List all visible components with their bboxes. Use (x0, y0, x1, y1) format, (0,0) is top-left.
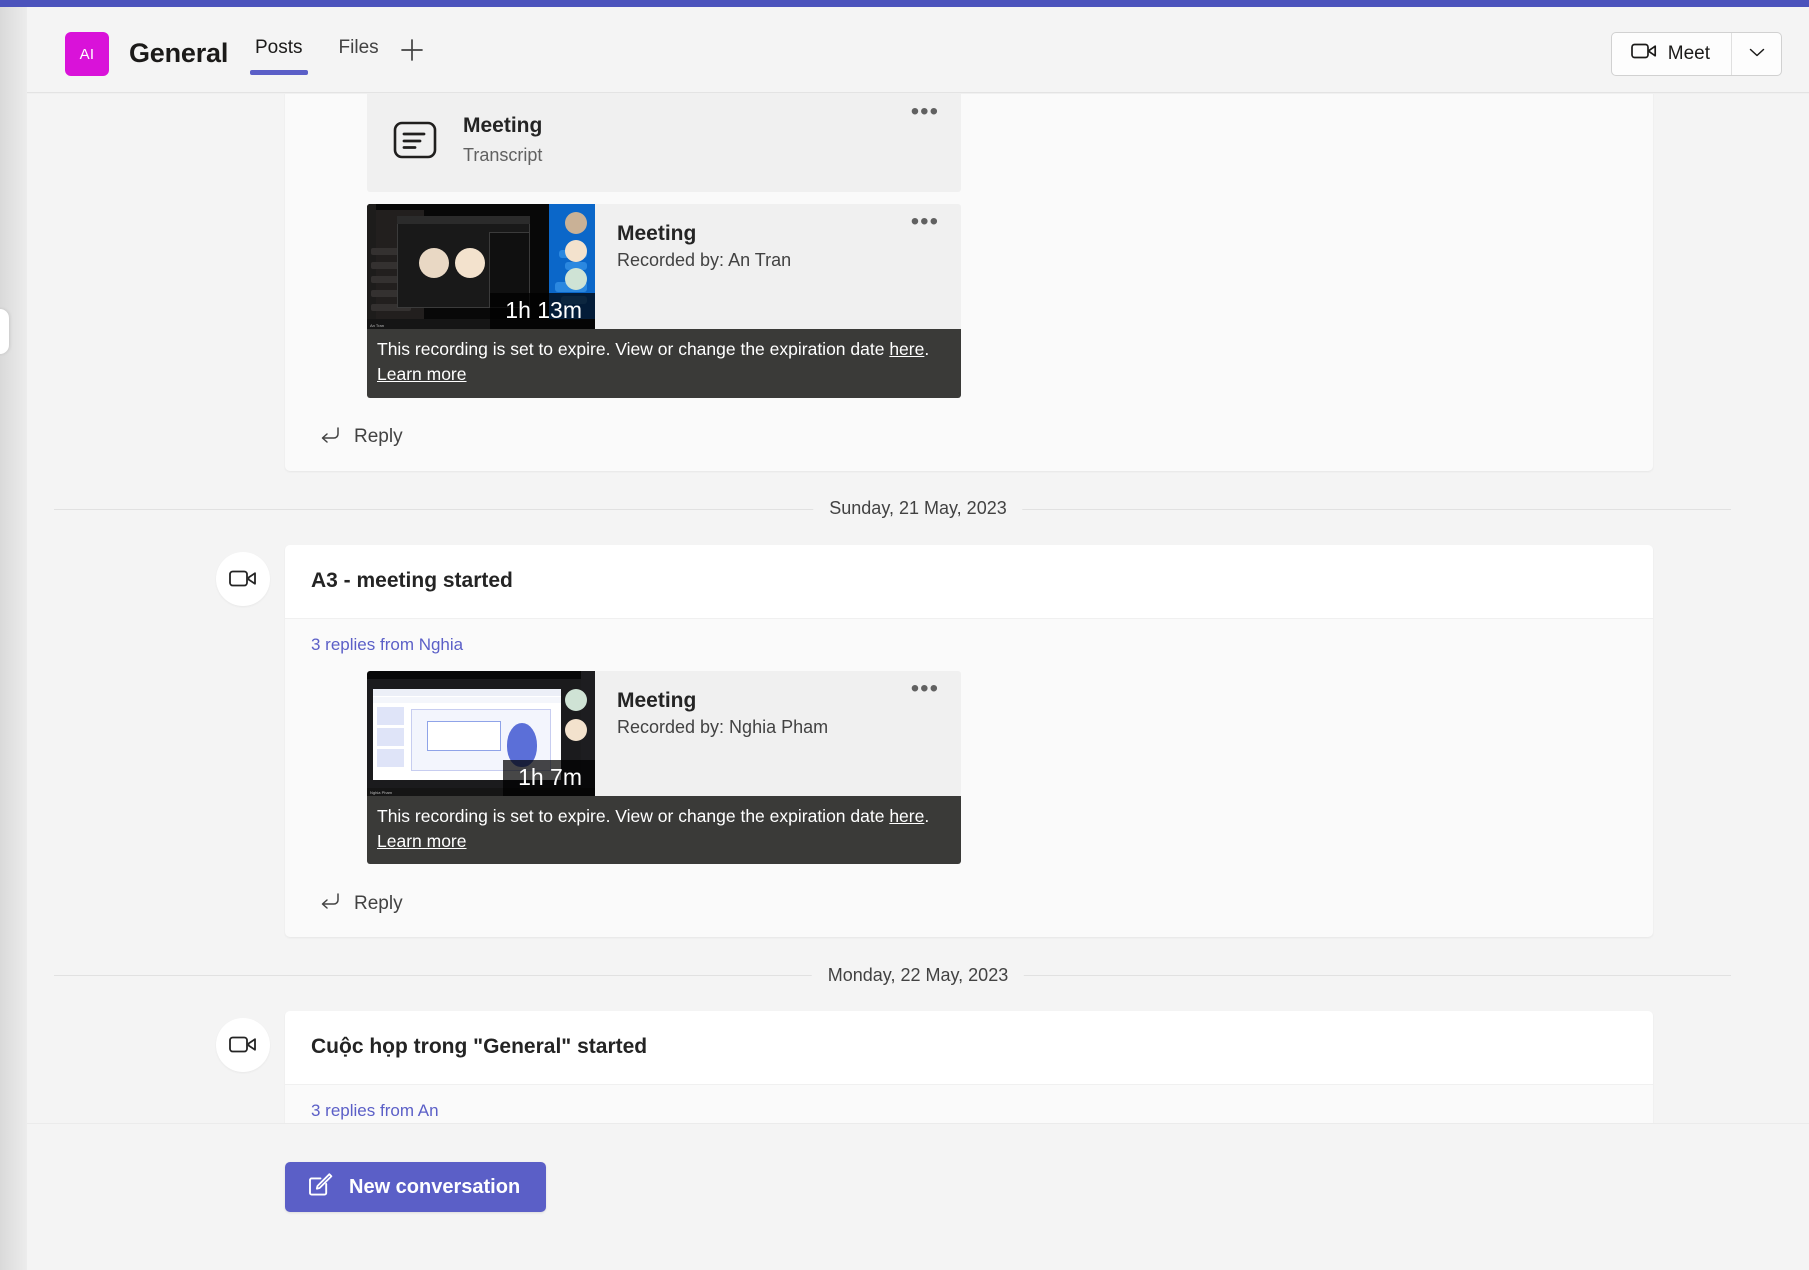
app-top-strip (0, 0, 1809, 7)
recording-title: Meeting (617, 222, 697, 245)
conversation-card: Cuộc họp trong "General" started 3 repli… (216, 1011, 1653, 1123)
meet-button-group: Meet (1610, 32, 1782, 76)
recording-subtitle: Recorded by: Nghia Pham (617, 716, 829, 737)
recording-expiration-notice: This recording is set to expire. View or… (367, 795, 961, 865)
page-title: General (129, 38, 229, 68)
meet-button[interactable]: Meet (1612, 33, 1731, 75)
video-camera-icon (216, 1018, 270, 1073)
compose-pencil-icon (307, 1171, 333, 1203)
chevron-down-icon (1748, 45, 1766, 63)
date-divider: Sunday, 21 May, 2023 (27, 492, 1809, 526)
reply-arrow-icon (319, 892, 341, 915)
expiration-separator: . (924, 339, 930, 359)
team-avatar: AI (65, 32, 109, 76)
add-tab-icon[interactable] (395, 33, 429, 67)
expiration-here-link[interactable]: here (889, 339, 924, 359)
compose-area: New conversation (27, 1123, 1809, 1270)
meet-dropdown-toggle[interactable] (1731, 33, 1781, 75)
recording-expiration-notice: This recording is set to expire. View or… (367, 329, 961, 398)
video-camera-icon (216, 551, 270, 606)
expiration-learn-more-link[interactable]: Learn more (377, 831, 467, 851)
video-camera-icon (1630, 42, 1657, 66)
more-options-icon[interactable]: ••• (911, 676, 939, 701)
channel-tabs: Posts Files (250, 37, 415, 75)
expiration-learn-more-link[interactable]: Learn more (377, 364, 467, 384)
more-options-icon[interactable]: ••• (911, 210, 939, 234)
date-divider: Monday, 22 May, 2023 (27, 958, 1809, 992)
recording-thumbnail[interactable]: An Tran 1h 13m (367, 204, 595, 329)
replies-link[interactable]: 3 replies from Nghia (311, 635, 463, 655)
conversation-title: A3 - meeting started (311, 568, 513, 592)
expiration-here-link[interactable]: here (889, 806, 924, 826)
reply-button[interactable]: Reply (311, 874, 1627, 933)
new-conversation-button[interactable]: New conversation (285, 1162, 547, 1212)
left-rail (0, 7, 27, 1270)
recording-subtitle: Recorded by: An Tran (617, 250, 792, 270)
expiration-text: This recording is set to expire. View or… (377, 805, 890, 826)
attachment-card-recording[interactable]: Nghia Pham 1h 7m Meeting Recorded by: Ng… (367, 670, 961, 865)
recording-title: Meeting (617, 688, 697, 712)
new-conversation-label: New conversation (349, 1175, 521, 1198)
expiration-separator: . (924, 805, 930, 826)
date-divider-label: Monday, 22 May, 2023 (811, 964, 1025, 986)
expiration-text: This recording is set to expire. View or… (377, 339, 890, 359)
attachment-card-recording[interactable]: An Tran 1h 13m Meeting Recorded by: An T… (367, 204, 961, 398)
recording-duration: 1h 7m (503, 759, 595, 796)
date-divider-label: Sunday, 21 May, 2023 (813, 498, 1023, 520)
recording-duration: 1h 13m (490, 292, 595, 329)
attachment-card-transcript[interactable]: Meeting Transcript ••• (367, 94, 961, 192)
tab-files[interactable]: Files (339, 37, 379, 75)
reply-label: Reply (354, 892, 403, 914)
channel-header: AI General Posts Files Meet (27, 7, 1809, 93)
conversation-title: Cuộc họp trong "General" started (311, 1035, 648, 1059)
transcript-icon (367, 120, 463, 160)
tab-posts[interactable]: Posts (250, 37, 308, 75)
reply-arrow-icon (319, 426, 341, 449)
rail-collapse-handle[interactable] (0, 309, 9, 354)
attachment-subtitle: Transcript (463, 144, 543, 165)
conversation-card: Meeting Transcript ••• An Tran 1h 13m Me… (285, 94, 1653, 471)
reply-button[interactable]: Reply (311, 408, 1627, 467)
posts-scroll-region[interactable]: Meeting Transcript ••• An Tran 1h 13m Me… (27, 94, 1809, 1123)
attachment-title: Meeting (463, 114, 543, 138)
reply-label: Reply (354, 426, 403, 448)
replies-link[interactable]: 3 replies from An (311, 1101, 439, 1121)
more-options-icon[interactable]: ••• (911, 100, 939, 124)
recording-thumbnail[interactable]: Nghia Pham 1h 7m (367, 670, 595, 796)
conversation-card: A3 - meeting started 3 replies from Nghi… (216, 544, 1653, 938)
meet-button-label: Meet (1667, 43, 1710, 64)
